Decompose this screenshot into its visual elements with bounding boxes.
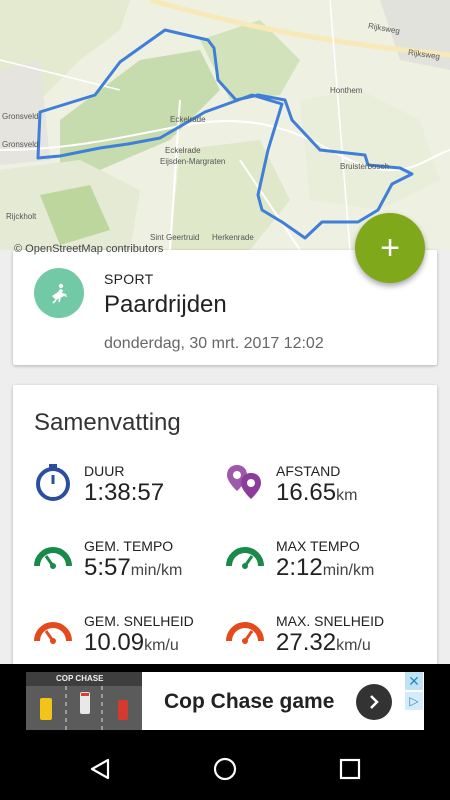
add-fab-button[interactable]: +	[355, 213, 425, 283]
chevron-right-icon	[370, 695, 379, 709]
map-label-herkenrade: Herkenrade	[212, 233, 254, 242]
stat-value: 2:12min/km	[276, 554, 375, 581]
summary-title: Samenvatting	[34, 409, 181, 436]
system-nav-bar	[0, 738, 450, 800]
gauge-icon	[226, 547, 264, 569]
summary-card: Samenvatting DUUR 1:38:57 AFSTAND 16.65k…	[13, 385, 437, 685]
sport-label: SPORT	[104, 271, 154, 287]
map-pins-icon	[227, 465, 261, 499]
ad-open-button[interactable]	[356, 684, 392, 720]
sport-avatar	[34, 268, 84, 318]
stat-label: GEM. SNELHEID	[84, 613, 194, 629]
map-label-gronsveld: Gronsveld	[2, 112, 39, 121]
map-label-rijckholt: Rijckholt	[6, 212, 37, 221]
map-label-eckelrade: Eckelrade	[170, 115, 206, 124]
map-label-honthem: Honthem	[330, 86, 363, 95]
back-button[interactable]	[84, 753, 116, 785]
stat-label: MAX TEMPO	[276, 538, 360, 554]
home-button[interactable]	[209, 753, 241, 785]
map-label-sint-geertruid: Sint Geertruid	[150, 233, 200, 242]
recents-square-icon	[339, 758, 361, 780]
gauge-icon	[34, 547, 72, 569]
activity-date: donderdag, 30 mrt. 2017 12:02	[104, 335, 324, 352]
map-label-eijsden-margraten: Eijsden-Margraten	[160, 157, 226, 166]
ad-close-button[interactable]: ✕	[405, 672, 423, 690]
ad-banner[interactable]: COP CHASE Cop Chase game ✕ ▷	[0, 664, 450, 738]
horse-riding-icon	[52, 283, 67, 304]
stat-label: AFSTAND	[276, 463, 341, 479]
ad-choices-icon[interactable]: ▷	[405, 692, 423, 710]
map-label-bruisterbosch: Bruisterbosch	[340, 162, 389, 171]
ad-content[interactable]: COP CHASE Cop Chase game	[26, 672, 424, 730]
map-label-gronsveld: Gronsveld	[2, 140, 39, 149]
stat-value: 1:38:57	[84, 479, 165, 506]
stat-label: DUUR	[84, 463, 125, 479]
map-credit: © OpenStreetMap contributors	[14, 243, 164, 255]
speedometer-icon	[34, 622, 72, 644]
ad-image-caption: COP CHASE	[56, 674, 104, 683]
stat-value: 16.65km	[276, 479, 358, 506]
ad-image[interactable]: COP CHASE	[26, 672, 142, 730]
plus-icon: +	[380, 229, 400, 267]
map-tiles	[0, 0, 450, 250]
stat-label: GEM. TEMPO	[84, 538, 174, 554]
stat-value: 5:57min/km	[84, 554, 183, 581]
back-triangle-icon	[90, 758, 110, 780]
route-map[interactable]: Rijksweg Rijksweg Honthem Bruisterbosch …	[0, 0, 450, 250]
stat-label: MAX. SNELHEID	[276, 613, 385, 629]
recents-button[interactable]	[334, 753, 366, 785]
map-label-eckelrade: Eckelrade	[165, 146, 201, 155]
stopwatch-icon	[36, 464, 70, 501]
stat-value: 10.09km/u	[84, 629, 179, 656]
home-circle-icon	[213, 757, 237, 781]
sport-name: Paardrijden	[104, 291, 227, 318]
ad-title[interactable]: Cop Chase game	[164, 690, 334, 714]
stat-value: 27.32km/u	[276, 629, 371, 656]
speedometer-icon	[226, 622, 264, 644]
